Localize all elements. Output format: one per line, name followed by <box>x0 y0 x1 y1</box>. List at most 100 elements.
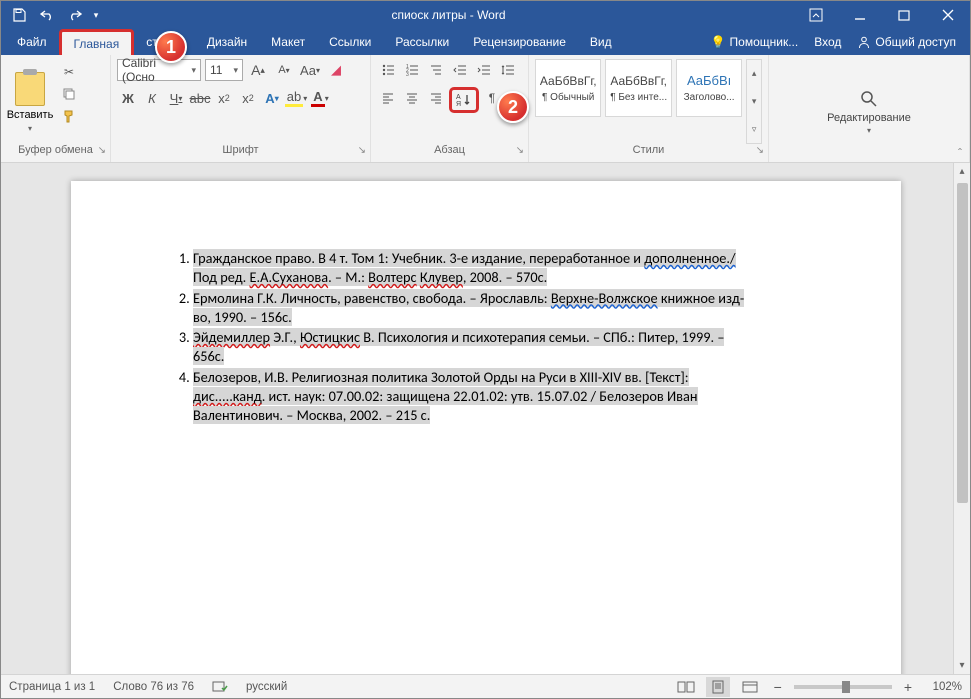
svg-text:А: А <box>456 94 461 101</box>
font-name-combo[interactable]: Calibri (Осно▾ <box>117 59 201 81</box>
shrink-font-icon[interactable]: A▾ <box>273 59 295 81</box>
paragraph-launcher-icon[interactable]: ↘ <box>516 145 524 156</box>
zoom-out-icon[interactable]: − <box>770 679 786 695</box>
numbering-icon[interactable]: 123 <box>401 59 423 81</box>
paste-button[interactable]: Вставить ▾ <box>7 59 53 144</box>
group-font-label: Шрифт↘ <box>111 144 370 162</box>
qat-customize-icon[interactable]: ▾ <box>89 1 103 29</box>
web-layout-icon[interactable] <box>738 677 762 697</box>
tab-references[interactable]: Ссылки <box>317 29 383 55</box>
list-item[interactable]: Белозеров, И.В. Религиозная политика Зол… <box>193 368 809 426</box>
ribbon: Вставить ▾ ✂ Буфер обмена↘ Calibri (Осно… <box>1 55 970 163</box>
subscript-button[interactable]: x2 <box>213 87 235 109</box>
tab-layout[interactable]: Макет <box>259 29 317 55</box>
zoom-in-icon[interactable]: + <box>900 679 916 695</box>
align-right-icon[interactable] <box>425 87 447 109</box>
status-bar: Страница 1 из 1 Слово 76 из 76 русский −… <box>1 674 970 698</box>
numbered-list[interactable]: Гражданское право. В 4 т. Том 1: Учебник… <box>163 249 809 426</box>
group-styles: АаБбВвГг,¶ ОбычныйАаБбВвГг,¶ Без инте...… <box>529 55 769 162</box>
share-button[interactable]: Общий доступ <box>849 35 964 49</box>
scroll-up-icon[interactable]: ▴ <box>954 163 970 180</box>
tab-home[interactable]: Главная <box>59 29 135 55</box>
status-page[interactable]: Страница 1 из 1 <box>9 681 95 693</box>
cut-icon[interactable]: ✂ <box>59 63 79 81</box>
document-area[interactable]: Гражданское право. В 4 т. Том 1: Учебник… <box>1 163 953 674</box>
ribbon-tabs: Файл Главная ставка Дизайн Макет Ссылки … <box>1 29 970 55</box>
find-icon[interactable] <box>858 88 880 110</box>
paste-label: Вставить <box>7 109 54 121</box>
status-language[interactable]: русский <box>246 681 287 693</box>
collapse-ribbon-icon[interactable]: ˆ <box>958 146 962 160</box>
format-painter-icon[interactable] <box>59 107 79 125</box>
align-left-icon[interactable] <box>377 87 399 109</box>
scroll-thumb[interactable] <box>957 183 968 503</box>
tab-file[interactable]: Файл <box>5 29 59 55</box>
redo-icon[interactable] <box>61 1 89 29</box>
font-color-icon[interactable]: A▾ <box>309 87 331 109</box>
change-case-icon[interactable]: Aa▾ <box>299 59 321 81</box>
scroll-down-icon[interactable]: ▾ <box>954 657 970 674</box>
tab-view[interactable]: Вид <box>578 29 624 55</box>
line-spacing-icon[interactable] <box>497 59 519 81</box>
decrease-indent-icon[interactable] <box>449 59 471 81</box>
tab-review[interactable]: Рецензирование <box>461 29 578 55</box>
tab-design[interactable]: Дизайн <box>195 29 259 55</box>
signin-button[interactable]: Вход <box>806 35 849 49</box>
window-title: спиоск литры - Word <box>103 8 794 22</box>
copy-icon[interactable] <box>59 85 79 103</box>
highlight-icon[interactable]: ab▾ <box>285 87 307 109</box>
list-item[interactable]: Ермолина Г.К. Личность, равенство, свобо… <box>193 289 809 328</box>
bullets-icon[interactable] <box>377 59 399 81</box>
bold-button[interactable]: Ж <box>117 87 139 109</box>
grow-font-icon[interactable]: A▴ <box>247 59 269 81</box>
clipboard-icon <box>15 72 45 106</box>
style-item[interactable]: АаБбВвГг,¶ Обычный <box>535 59 601 117</box>
strike-button[interactable]: abc <box>189 87 211 109</box>
styles-more-icon[interactable]: ▴▾▿ <box>746 59 762 144</box>
style-item[interactable]: АаБбВıЗаголово... <box>676 59 742 117</box>
maximize-icon[interactable] <box>882 1 926 29</box>
share-label: Общий доступ <box>875 35 956 49</box>
list-item[interactable]: Эйдемиллер Э.Г., Юстицкис В. Психология … <box>193 328 809 367</box>
tell-me[interactable]: 💡 Помощник... <box>703 35 807 49</box>
text-effects-icon[interactable]: A▾ <box>261 87 283 109</box>
styles-launcher-icon[interactable]: ↘ <box>756 145 764 156</box>
tell-me-label: Помощник... <box>730 35 799 49</box>
group-editing-label: Редактирование <box>827 112 911 124</box>
align-center-icon[interactable] <box>401 87 423 109</box>
save-icon[interactable] <box>5 1 33 29</box>
minimize-icon[interactable] <box>838 1 882 29</box>
font-size-combo[interactable]: 11▾ <box>205 59 243 81</box>
read-mode-icon[interactable] <box>674 677 698 697</box>
increase-indent-icon[interactable] <box>473 59 495 81</box>
clear-formatting-icon[interactable]: ◢ <box>325 59 347 81</box>
italic-button[interactable]: К <box>141 87 163 109</box>
superscript-button[interactable]: x2 <box>237 87 259 109</box>
ribbon-options-icon[interactable] <box>794 1 838 29</box>
svg-text:3: 3 <box>406 72 409 77</box>
tab-mailings[interactable]: Рассылки <box>383 29 461 55</box>
proofing-icon[interactable] <box>212 680 228 694</box>
group-editing: Редактирование ▾ <box>769 55 970 162</box>
underline-button[interactable]: Ч▾ <box>165 87 187 109</box>
close-icon[interactable] <box>926 1 970 29</box>
print-layout-icon[interactable] <box>706 677 730 697</box>
style-item[interactable]: АаБбВвГг,¶ Без инте... <box>605 59 671 117</box>
sort-button[interactable]: АЯ <box>454 91 474 109</box>
group-styles-label: Стили↘ <box>529 144 768 162</box>
clipboard-launcher-icon[interactable]: ↘ <box>98 145 106 156</box>
group-clipboard-label: Буфер обмена↘ <box>1 144 110 162</box>
annotation-marker-1: 1 <box>155 31 187 63</box>
font-launcher-icon[interactable]: ↘ <box>358 145 366 156</box>
status-words[interactable]: Слово 76 из 76 <box>113 681 194 693</box>
vertical-scrollbar[interactable]: ▴ ▾ <box>953 163 970 674</box>
zoom-slider[interactable] <box>794 685 892 689</box>
multilevel-list-icon[interactable] <box>425 59 447 81</box>
person-icon <box>857 35 871 49</box>
group-font: Calibri (Осно▾ 11▾ A▴ A▾ Aa▾ ◢ Ж К Ч▾ ab… <box>111 55 371 162</box>
group-clipboard: Вставить ▾ ✂ Буфер обмена↘ <box>1 55 111 162</box>
quick-access-toolbar: ▾ <box>1 1 103 29</box>
zoom-level[interactable]: 102% <box>924 681 962 693</box>
list-item[interactable]: Гражданское право. В 4 т. Том 1: Учебник… <box>193 249 809 288</box>
undo-icon[interactable] <box>33 1 61 29</box>
